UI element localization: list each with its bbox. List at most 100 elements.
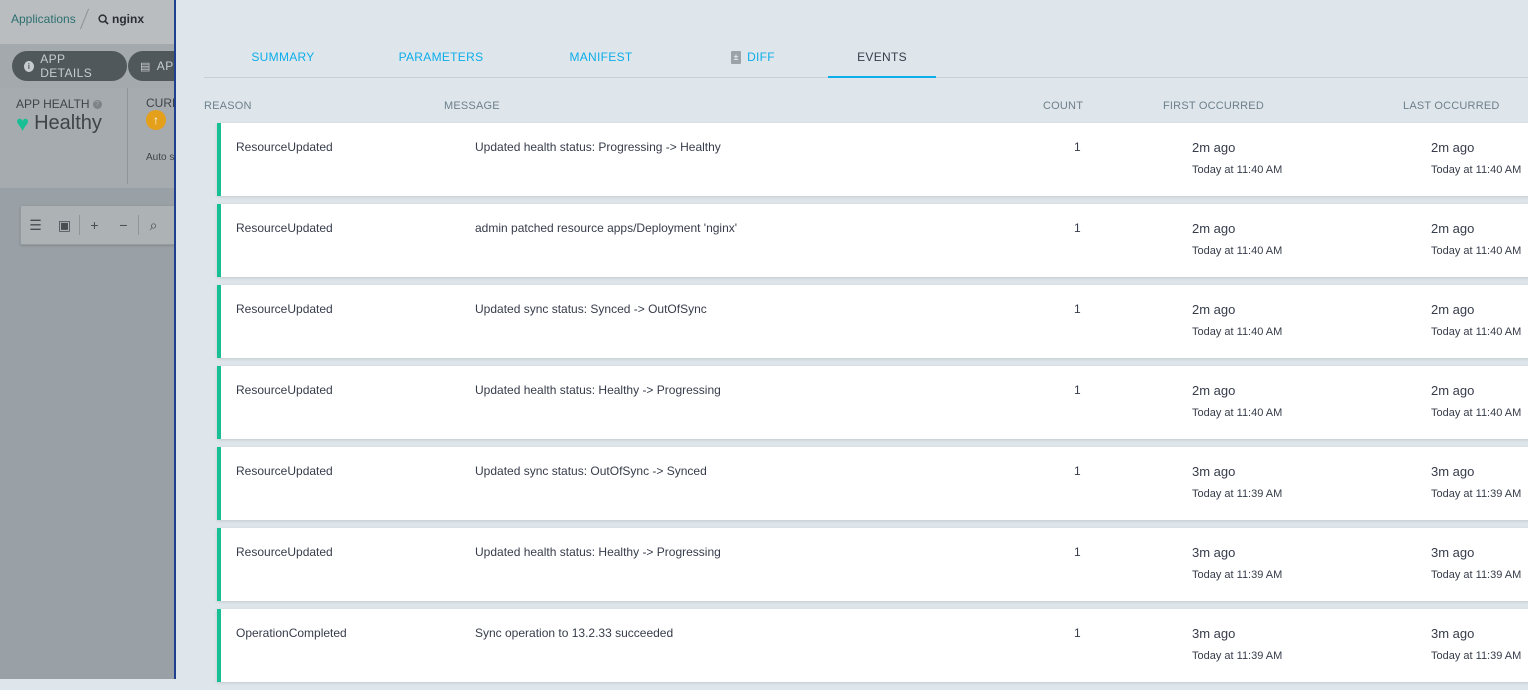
first-occurred-absolute: Today at 11:40 AM — [1192, 245, 1283, 257]
zoom-fit-icon[interactable]: ⌕ — [139, 217, 168, 234]
event-message: Updated health status: Healthy -> Progre… — [475, 383, 721, 397]
first-occurred-absolute: Today at 11:40 AM — [1192, 164, 1283, 176]
events-table-body: ResourceUpdated Updated health status: P… — [217, 123, 1528, 690]
event-last-occurred: 3m ago Today at 11:39 AM — [1431, 545, 1521, 581]
app-health-label-text: APP HEALTH — [16, 97, 90, 111]
last-occurred-absolute: Today at 11:40 AM — [1431, 407, 1522, 419]
tab-manifest-label: MANIFEST — [569, 50, 633, 64]
info-icon: i — [24, 60, 35, 72]
event-first-occurred: 3m ago Today at 11:39 AM — [1192, 626, 1282, 662]
table-row: ResourceUpdated admin patched resource a… — [217, 204, 1528, 277]
last-occurred-absolute: Today at 11:40 AM — [1431, 164, 1522, 176]
app-health-text: Healthy — [34, 112, 102, 134]
header-count: COUNT — [1043, 100, 1084, 112]
image-view-icon[interactable]: ▣ — [50, 217, 79, 234]
tab-summary[interactable]: SUMMARY — [204, 38, 362, 76]
help-icon[interactable]: ? — [92, 99, 102, 109]
last-occurred-absolute: Today at 11:39 AM — [1431, 650, 1522, 662]
tab-parameters-label: PARAMETERS — [398, 50, 484, 64]
app-details-button[interactable]: i APP DETAILS — [12, 51, 127, 81]
app-diff-label: APP — [156, 59, 175, 73]
event-last-occurred: 2m ago Today at 11:40 AM — [1431, 383, 1521, 419]
first-occurred-absolute: Today at 11:40 AM — [1192, 326, 1283, 338]
event-message: admin patched resource apps/Deployment '… — [475, 221, 738, 235]
tab-parameters[interactable]: PARAMETERS — [362, 38, 520, 76]
event-first-occurred: 2m ago Today at 11:40 AM — [1192, 221, 1282, 257]
background-app: Applications nginx i APP DETAILS ▤ APP A… — [0, 0, 175, 679]
graph-toolbar: ☰ ▣ + − ⌕ — [20, 205, 175, 245]
event-count: 1 — [1074, 302, 1081, 316]
resource-details-panel: SUMMARY PARAMETERS MANIFEST ± DIFF EVENT… — [174, 0, 1528, 682]
out-of-sync-arrow-icon: ↑ — [146, 110, 166, 130]
event-first-occurred: 2m ago Today at 11:40 AM — [1192, 302, 1282, 338]
app-diff-button[interactable]: ▤ APP — [128, 51, 175, 81]
event-message: Updated sync status: OutOfSync -> Synced — [475, 464, 707, 478]
first-occurred-relative: 3m ago — [1192, 626, 1236, 641]
event-last-occurred: 2m ago Today at 11:40 AM — [1431, 221, 1521, 257]
event-count: 1 — [1074, 464, 1081, 478]
first-occurred-relative: 3m ago — [1192, 545, 1236, 560]
table-row: OperationCompleted Sync operation to 13.… — [217, 609, 1528, 682]
first-occurred-absolute: Today at 11:39 AM — [1192, 650, 1283, 662]
event-last-occurred: 3m ago Today at 11:39 AM — [1431, 626, 1521, 662]
header-reason: REASON — [204, 100, 252, 112]
event-count: 1 — [1074, 545, 1081, 559]
event-last-occurred: 2m ago Today at 11:40 AM — [1431, 140, 1521, 176]
list-view-icon[interactable]: ☰ — [21, 217, 50, 234]
header-last-occurred: LAST OCCURRED — [1403, 100, 1500, 112]
tab-events-label: EVENTS — [857, 50, 907, 64]
event-last-occurred: 3m ago Today at 11:39 AM — [1431, 464, 1521, 500]
event-count: 1 — [1074, 221, 1081, 235]
event-reason: ResourceUpdated — [236, 383, 333, 397]
last-occurred-relative: 2m ago — [1431, 140, 1475, 155]
zoom-in-icon[interactable]: + — [80, 217, 109, 233]
app-health-value: ♥ Healthy — [16, 112, 102, 135]
first-occurred-absolute: Today at 11:39 AM — [1192, 488, 1283, 500]
tab-events[interactable]: EVENTS — [828, 38, 936, 78]
table-row: ResourceUpdated Updated sync status: Out… — [217, 447, 1528, 520]
app-health-label: APP HEALTH ? — [16, 97, 102, 111]
first-occurred-relative: 2m ago — [1192, 140, 1236, 155]
status-divider — [127, 88, 128, 184]
last-occurred-absolute: Today at 11:39 AM — [1431, 569, 1522, 581]
tab-manifest[interactable]: MANIFEST — [520, 38, 682, 76]
breadcrumb-applications-link[interactable]: Applications — [11, 12, 76, 26]
event-first-occurred: 2m ago Today at 11:40 AM — [1192, 383, 1282, 419]
breadcrumb-app-search[interactable]: nginx — [98, 12, 144, 26]
zoom-out-icon[interactable]: − — [109, 217, 138, 233]
event-message: Updated sync status: Synced -> OutOfSync — [475, 302, 707, 316]
top-bar: Applications nginx — [0, 0, 175, 45]
header-first-occurred: FIRST OCCURRED — [1163, 100, 1264, 112]
tab-diff[interactable]: ± DIFF — [682, 38, 824, 76]
event-reason: ResourceUpdated — [236, 302, 333, 316]
event-reason: ResourceUpdated — [236, 545, 333, 559]
first-occurred-absolute: Today at 11:40 AM — [1192, 407, 1283, 419]
auto-sync-label: Auto s — [146, 152, 175, 163]
table-row: ResourceUpdated Updated health status: H… — [217, 528, 1528, 601]
event-reason: ResourceUpdated — [236, 221, 333, 235]
last-occurred-absolute: Today at 11:39 AM — [1431, 488, 1522, 500]
app-name: nginx — [112, 12, 144, 26]
last-occurred-relative: 2m ago — [1431, 221, 1475, 236]
current-sync-label: CURR — [146, 96, 175, 110]
last-occurred-absolute: Today at 11:40 AM — [1431, 326, 1522, 338]
event-first-occurred: 3m ago Today at 11:39 AM — [1192, 464, 1282, 500]
event-reason: ResourceUpdated — [236, 464, 333, 478]
first-occurred-relative: 2m ago — [1192, 221, 1236, 236]
last-occurred-relative: 3m ago — [1431, 545, 1475, 560]
event-last-occurred: 2m ago Today at 11:40 AM — [1431, 302, 1521, 338]
search-icon — [98, 13, 109, 25]
heart-icon: ♥ — [16, 110, 30, 136]
first-occurred-relative: 2m ago — [1192, 302, 1236, 317]
status-panel: APP HEALTH ? ♥ Healthy CURR ↑ Auto s — [0, 88, 175, 188]
event-first-occurred: 3m ago Today at 11:39 AM — [1192, 545, 1282, 581]
app-toolbar: i APP DETAILS ▤ APP — [0, 44, 175, 88]
event-count: 1 — [1074, 383, 1081, 397]
first-occurred-relative: 3m ago — [1192, 464, 1236, 479]
app-details-label: APP DETAILS — [40, 52, 93, 80]
tab-bar: SUMMARY PARAMETERS MANIFEST ± DIFF EVENT… — [204, 38, 1528, 78]
event-count: 1 — [1074, 626, 1081, 640]
breadcrumb-separator — [79, 8, 90, 30]
last-occurred-relative: 3m ago — [1431, 626, 1475, 641]
event-message: Updated health status: Progressing -> He… — [475, 140, 721, 154]
